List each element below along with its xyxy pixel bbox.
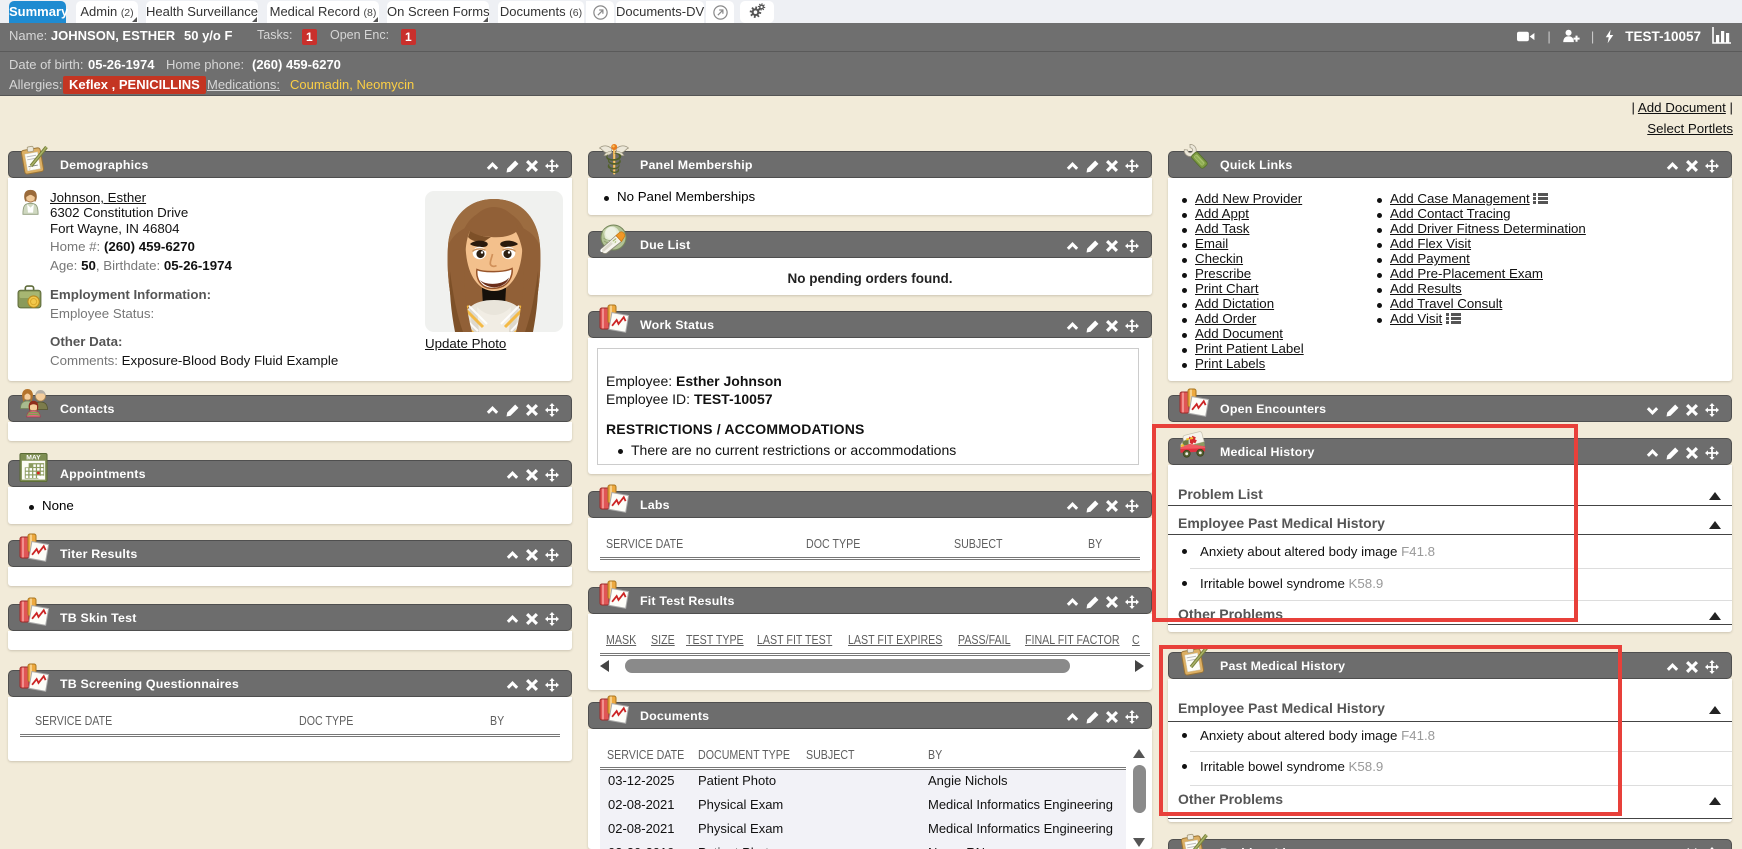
svg-text:MAY: MAY [26, 455, 41, 462]
